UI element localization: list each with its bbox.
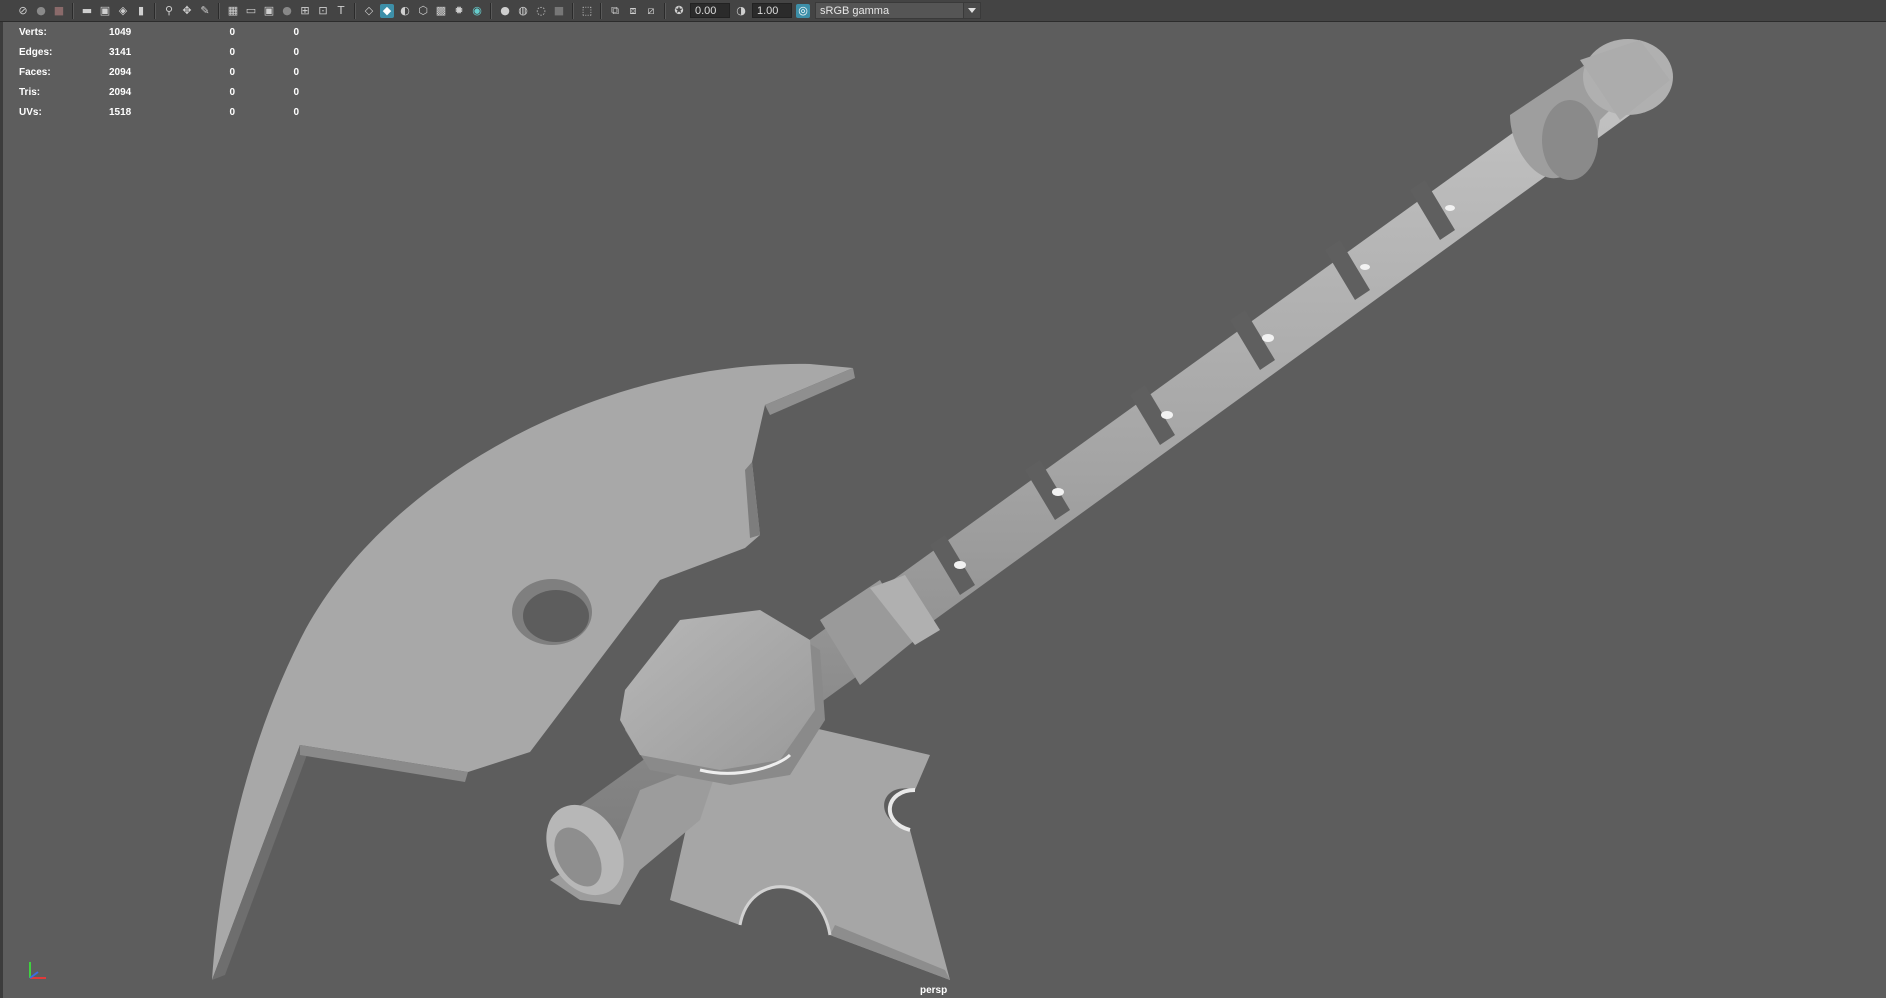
resolution-gate-icon[interactable]: ✥ xyxy=(180,4,194,18)
hud-value: 0 xyxy=(229,26,235,38)
separator xyxy=(600,2,602,19)
screen-ambient-occlusion-icon[interactable]: ⬡ xyxy=(416,4,430,18)
xray-joints-icon[interactable]: ◌ xyxy=(534,4,548,18)
bookmark-icon[interactable]: ▬ xyxy=(80,4,94,18)
image-plane-icon[interactable]: ▣ xyxy=(98,4,112,18)
viewport-canvas[interactable] xyxy=(0,22,1886,998)
hud-value: 0 xyxy=(293,66,299,78)
poly-count-hud: Verts: 1049 0 0 Edges: 3141 0 0 Faces: 2… xyxy=(19,22,299,122)
camera-attr-icon[interactable]: ■ xyxy=(52,4,66,18)
view-transform-dropdown[interactable]: sRGB gamma xyxy=(815,2,981,19)
wireframe-icon[interactable]: ⊞ xyxy=(298,4,312,18)
field-chart-icon[interactable]: ▭ xyxy=(244,4,258,18)
axis-gizmo-icon xyxy=(29,962,46,979)
separator xyxy=(572,2,574,19)
selection-highlight-icon[interactable]: ⬚ xyxy=(580,4,594,18)
gamma-field[interactable]: 1.00 xyxy=(752,3,792,18)
hud-value: 0 xyxy=(293,46,299,58)
depth-of-field-icon[interactable]: ◉ xyxy=(470,4,484,18)
frame-selected-icon[interactable]: ⧈ xyxy=(626,4,640,18)
use-lights-icon[interactable]: ◆ xyxy=(380,3,394,18)
safe-action-icon[interactable]: ▣ xyxy=(262,4,276,18)
textured-icon[interactable]: ◇ xyxy=(362,4,376,18)
hud-row-edges: Edges: 3141 0 0 xyxy=(19,42,299,62)
viewport-toolbar: ⊘ ● ■ ▬ ▣ ◈ ▮ ⚲ ✥ ✎ ▦ ▭ ▣ ● ⊞ ⊡ T ◇ ◆ ◐ … xyxy=(0,0,1886,22)
gate-mask-icon[interactable]: ✎ xyxy=(198,4,212,18)
select-camera-icon[interactable]: ⊘ xyxy=(16,4,30,18)
backface-icon[interactable]: ■ xyxy=(552,4,566,18)
smooth-shade-icon[interactable]: ⊡ xyxy=(316,4,330,18)
separator xyxy=(72,2,74,19)
hud-value: 0 xyxy=(229,106,235,118)
hud-value: 3141 xyxy=(109,46,132,58)
hud-label: Edges: xyxy=(19,46,53,58)
separator xyxy=(218,2,220,19)
gamma-icon[interactable]: ◑ xyxy=(734,4,748,18)
separator xyxy=(154,2,156,19)
grid-icon[interactable]: ▦ xyxy=(226,4,240,18)
hud-toggle-icon[interactable]: ⧄ xyxy=(644,4,658,18)
exposure-field[interactable]: 0.00 xyxy=(690,3,730,18)
hud-row-faces: Faces: 2094 0 0 xyxy=(19,62,299,82)
hud-row-verts: Verts: 1049 0 0 xyxy=(19,22,299,42)
hud-label: Verts: xyxy=(19,26,47,38)
hud-value: 0 xyxy=(293,106,299,118)
hud-value: 2094 xyxy=(109,66,132,78)
color-management-icon[interactable]: ◎ xyxy=(796,3,810,18)
chevron-down-icon[interactable] xyxy=(963,3,980,18)
lock-camera-icon[interactable]: ● xyxy=(34,4,48,18)
hud-value: 1518 xyxy=(109,106,132,118)
hud-row-tris: Tris: 2094 0 0 xyxy=(19,82,299,102)
2d-pan-icon[interactable]: ◈ xyxy=(116,4,130,18)
default-lighting-icon[interactable]: T xyxy=(334,4,348,18)
separator xyxy=(490,2,492,19)
hud-value: 0 xyxy=(229,46,235,58)
hud-value: 0 xyxy=(229,66,235,78)
separator xyxy=(664,2,666,19)
hud-row-uvs: UVs: 1518 0 0 xyxy=(19,102,299,122)
film-gate-icon[interactable]: ⚲ xyxy=(162,4,176,18)
hud-value: 0 xyxy=(293,26,299,38)
hud-value: 1049 xyxy=(109,26,132,38)
shadows-icon[interactable]: ◐ xyxy=(398,4,412,18)
safe-title-icon[interactable]: ● xyxy=(280,4,294,18)
hud-value: 0 xyxy=(229,86,235,98)
hud-label: UVs: xyxy=(19,106,42,118)
hud-label: Faces: xyxy=(19,66,51,78)
frame-all-icon[interactable]: ⧉ xyxy=(608,4,622,18)
camera-name-label: persp xyxy=(920,985,948,996)
exposure-icon[interactable]: ✪ xyxy=(672,4,686,18)
motion-blur-icon[interactable]: ▩ xyxy=(434,4,448,18)
isolate-select-icon[interactable]: ● xyxy=(498,4,512,18)
hud-label: Tris: xyxy=(19,86,41,98)
view-transform-value: sRGB gamma xyxy=(820,5,890,17)
hud-value: 0 xyxy=(293,86,299,98)
separator xyxy=(354,2,356,19)
anti-aliasing-icon[interactable]: ✹ xyxy=(452,4,466,18)
hud-value: 2094 xyxy=(109,86,132,98)
xray-icon[interactable]: ◍ xyxy=(516,4,530,18)
grease-pencil-icon[interactable]: ▮ xyxy=(134,4,148,18)
